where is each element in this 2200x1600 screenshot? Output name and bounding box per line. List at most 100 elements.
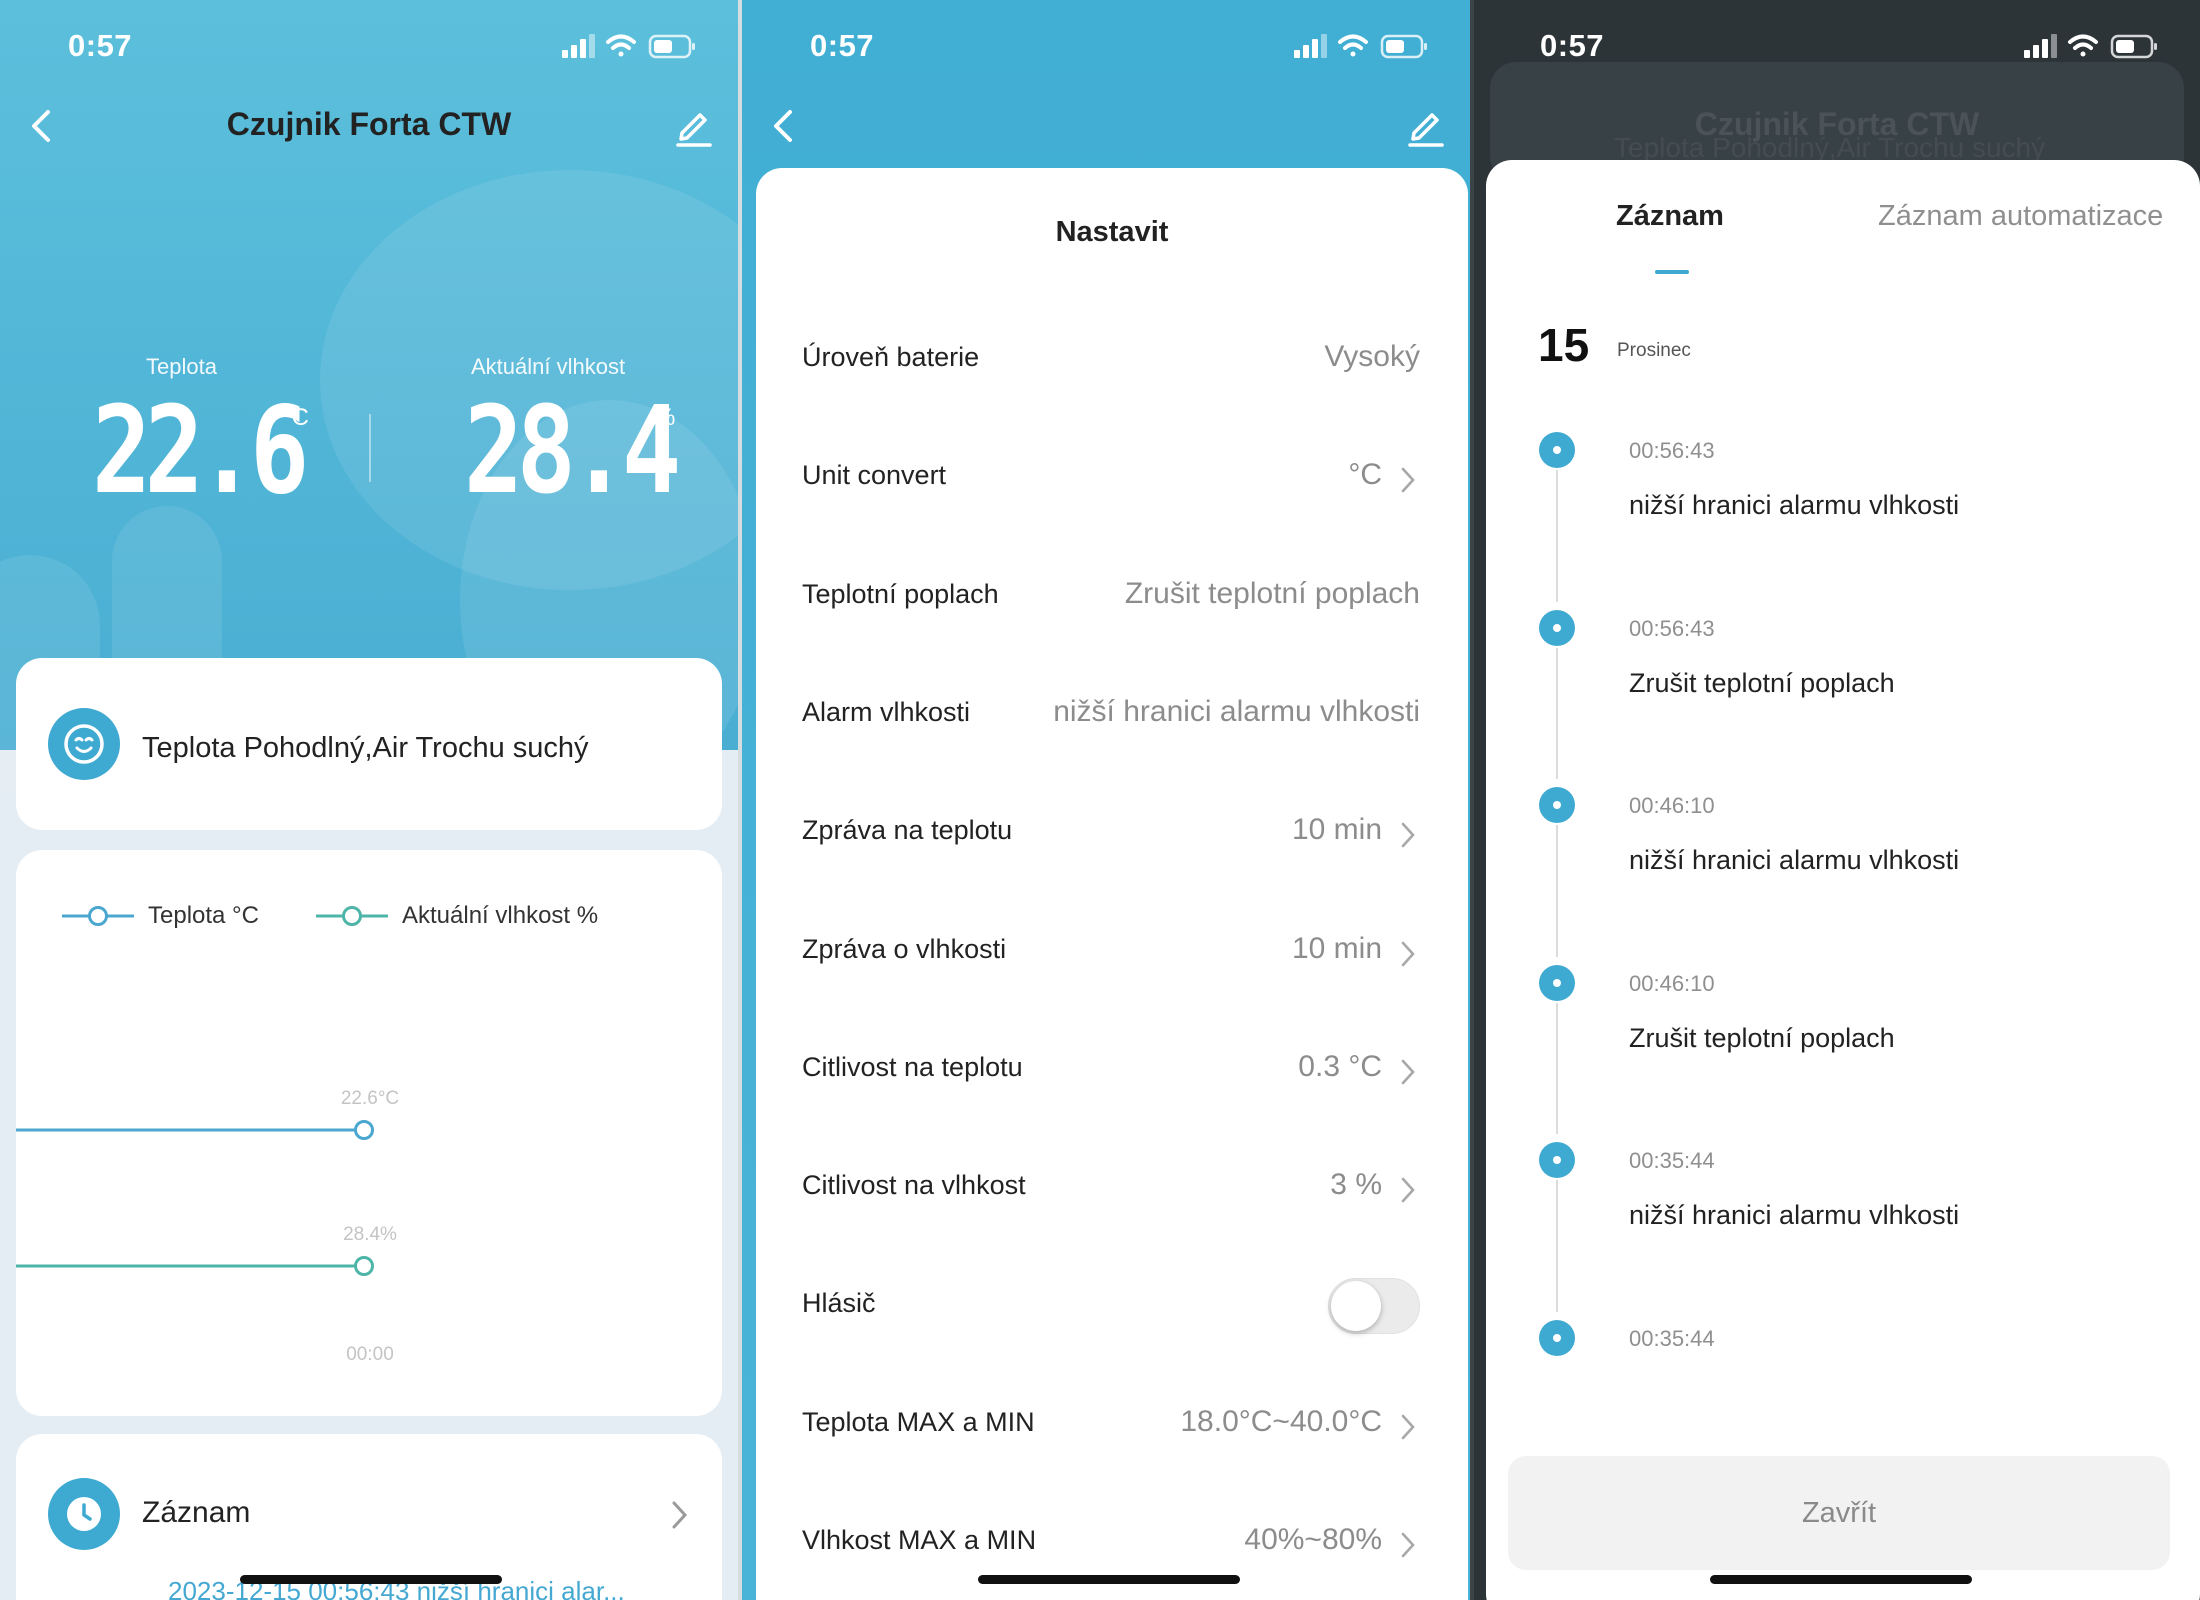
signal-icon xyxy=(2024,34,2057,58)
settings-row-label: Teplota MAX a MIN xyxy=(802,1406,1035,1437)
settings-row[interactable]: Citlivost na teplotu 0.3 °C xyxy=(756,1010,1468,1128)
edit-icon[interactable] xyxy=(1404,102,1448,150)
record-text: nižší hranici alarmu vlhkosti xyxy=(1629,1200,1960,1230)
chevron-right-icon xyxy=(1401,467,1415,493)
chevron-right-icon xyxy=(1401,1177,1415,1203)
status-time: 0:57 xyxy=(68,28,133,63)
settings-row[interactable]: Úroveň baterie Vysoký xyxy=(756,300,1468,418)
status-time: 0:57 xyxy=(1540,28,1605,63)
sheet-title: Nastavit xyxy=(1055,216,1169,248)
record-time: 00:35:44 xyxy=(1629,1148,1715,1173)
record-text: Zrušit teplotní poplach xyxy=(1629,667,1895,698)
settings-row-value: Vysoký xyxy=(1324,340,1420,373)
record-text: Zrušit teplotní poplach xyxy=(1629,1022,1895,1053)
page-title: Czujnik Forta CTW xyxy=(226,106,512,142)
device-detail-screen: 0:57 Czujnik Forta CTW Teplota 22.6 °C A… xyxy=(0,0,738,1600)
settings-row-label: Alarm vlhkosti xyxy=(802,696,971,727)
home-indicator xyxy=(240,1575,502,1584)
tab-underline xyxy=(1655,270,1689,274)
wifi-icon xyxy=(2068,34,2098,57)
settings-row-value: 10 min xyxy=(1291,931,1382,965)
date-day: 15 xyxy=(1538,319,1590,371)
alarm-toggle[interactable] xyxy=(1328,1278,1420,1335)
x-tick-label: 00:00 xyxy=(346,1344,394,1365)
home-indicator xyxy=(1710,1575,1972,1584)
record-time: 00:56:43 xyxy=(1629,438,1715,463)
timeline-dot xyxy=(1539,609,1575,646)
timeline-connector xyxy=(1556,1180,1558,1312)
settings-row[interactable]: Teplotní poplach Zrušit teplotní poplach xyxy=(756,537,1468,655)
timeline-dot xyxy=(1539,787,1575,823)
settings-row-value: 40%~80% xyxy=(1244,1523,1382,1556)
chevron-right-icon xyxy=(1401,1532,1415,1558)
status-icons xyxy=(1294,34,1427,59)
settings-row-value: 10 min xyxy=(1291,813,1382,847)
chevron-right-icon xyxy=(672,1501,688,1529)
timeline-dot xyxy=(1539,1142,1575,1178)
status-icons xyxy=(562,34,695,59)
settings-row-label: Hlásič xyxy=(802,1288,876,1319)
settings-row[interactable]: Zpráva o vlhkosti 10 min xyxy=(756,892,1468,1010)
settings-row[interactable]: Alarm vlhkosti nižší hranici alarmu vlhko… xyxy=(756,655,1468,773)
timeline-connector xyxy=(1556,1002,1558,1134)
chevron-right-icon xyxy=(1401,1414,1415,1439)
settings-row-label: Zpráva na teplotu xyxy=(802,815,1013,846)
home-indicator xyxy=(978,1575,1240,1584)
temperature-value: 22.6 xyxy=(92,382,309,521)
tab-records[interactable]: Záznam xyxy=(1616,200,1724,233)
back-icon[interactable] xyxy=(764,102,804,150)
data-point xyxy=(354,1256,374,1276)
close-button[interactable]: Zavřít xyxy=(1508,1456,2170,1570)
wifi-icon xyxy=(1338,34,1368,57)
settings-row-label: Citlivost na teplotu xyxy=(802,1051,1023,1082)
settings-row-value: Zrušit teplotní poplach xyxy=(1124,576,1420,610)
wifi-icon xyxy=(606,34,636,57)
humidity-value: 28.4 xyxy=(464,382,681,521)
settings-row-value: nižší hranici alarmu vlhkosti xyxy=(1053,694,1420,728)
data-label: 22.6°C xyxy=(341,1088,399,1109)
humidity-label: Aktuální vlhkost xyxy=(471,354,626,379)
record-text: nižší hranici alarmu vlhkosti xyxy=(1629,490,1960,520)
humidity-unit: % xyxy=(654,404,676,431)
battery-icon xyxy=(648,34,695,59)
signal-icon xyxy=(1294,34,1327,58)
records-screen: 0:57 Czujnik Forta CTW Teplota Pohodlný,… xyxy=(1474,0,2200,1600)
settings-row-label: Unit convert xyxy=(802,460,947,491)
battery-icon xyxy=(2110,34,2157,59)
settings-row[interactable]: Unit convert °C xyxy=(756,418,1468,536)
timeline-connector xyxy=(1556,825,1558,957)
record-time: 00:35:44 xyxy=(1629,1325,1715,1351)
timeline-connector xyxy=(1556,647,1558,779)
temperature-label: Teplota xyxy=(146,354,217,379)
settings-row[interactable]: Citlivost na vlhkost 3 % xyxy=(756,1128,1468,1246)
comfort-card: Teplota Pohodlný,Air Trochu suchý xyxy=(16,658,722,830)
chevron-right-icon xyxy=(1401,941,1415,966)
tab-automation-records[interactable]: Záznam automatizace xyxy=(1878,200,2163,233)
settings-row-value: °C xyxy=(1348,458,1382,492)
clock-icon xyxy=(48,1478,120,1550)
settings-row-label: Teplotní poplach xyxy=(802,578,999,609)
timeline-dot xyxy=(1539,432,1575,468)
date-month: Prosinec xyxy=(1617,340,1691,361)
settings-row[interactable]: Hlásič xyxy=(756,1246,1468,1364)
settings-row-value: 18.0°C~40.0°C xyxy=(1180,1404,1382,1438)
toggle-knob xyxy=(1331,1281,1381,1332)
settings-row[interactable]: Teplota MAX a MIN 18.0°C~40.0°C xyxy=(756,1365,1468,1483)
edit-icon[interactable] xyxy=(672,102,716,150)
settings-row-label: Citlivost na vlhkost xyxy=(802,1170,1026,1201)
status-bar: 0:57 xyxy=(742,0,1470,96)
timeline-connector xyxy=(1556,470,1558,602)
timeline-dot xyxy=(1539,1319,1575,1356)
status-icons xyxy=(2024,34,2157,59)
signal-icon xyxy=(562,34,595,58)
record-time: 00:56:43 xyxy=(1629,615,1715,641)
settings-sheet: Nastavit Úroveň baterie Vysoký Unit conver… xyxy=(756,168,1468,1600)
settings-screen: 0:57 Nastavit Úroveň baterie Vysoký Unit c… xyxy=(742,0,1470,1600)
chevron-right-icon xyxy=(1401,1059,1415,1085)
record-text: nižší hranici alarmu vlhkosti xyxy=(1629,845,1960,875)
settings-row[interactable]: Zpráva na teplotu 10 min xyxy=(756,773,1468,891)
data-point xyxy=(354,1120,374,1140)
settings-row-label: Úroveň baterie xyxy=(802,342,980,372)
settings-row-label: Vlhkost MAX a MIN xyxy=(802,1525,1037,1555)
chart-card: Teplota °C Aktuální vlhkost % 22.6°C 28.4… xyxy=(16,850,722,1416)
